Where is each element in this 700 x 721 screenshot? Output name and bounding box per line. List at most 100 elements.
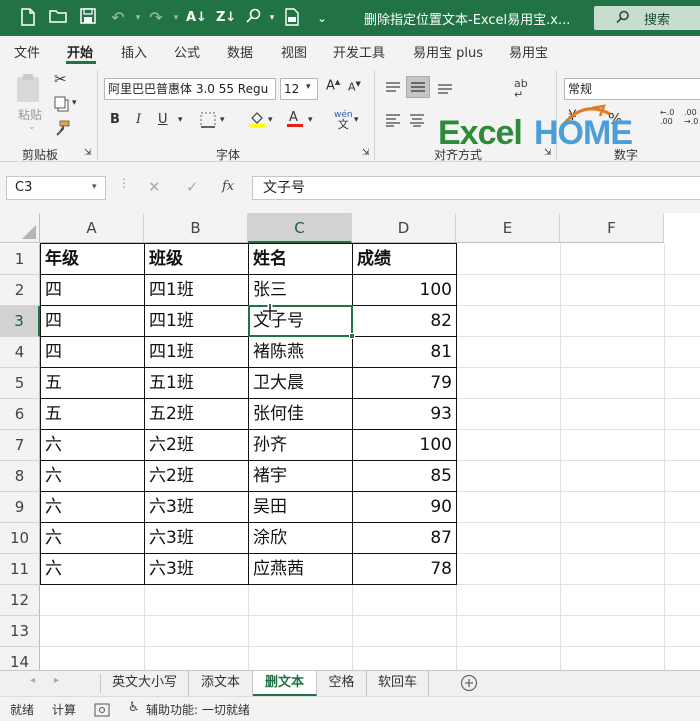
search-box[interactable]: 搜索 [594, 6, 700, 30]
table-cell[interactable]: 五1班 [145, 368, 248, 399]
borders-dropdown-icon[interactable]: ▾ [220, 115, 225, 125]
new-file-icon[interactable] [18, 8, 38, 31]
save-icon[interactable] [78, 8, 98, 29]
paste-icon[interactable] [14, 72, 44, 108]
formula-input[interactable]: 文子号 [252, 176, 700, 200]
cut-icon[interactable]: ✂ [54, 70, 67, 88]
select-all-button[interactable] [0, 213, 40, 243]
table-cell[interactable]: 六3班 [145, 492, 248, 523]
copy-icon[interactable] [54, 96, 70, 116]
italic-button[interactable]: I [136, 112, 141, 127]
row-header-12[interactable]: 12 [0, 585, 40, 616]
row-header-10[interactable]: 10 [0, 523, 40, 554]
tab-formulas[interactable]: 公式 [174, 42, 200, 61]
decrease-decimal-icon[interactable]: .00 →.0 [684, 108, 698, 126]
macro-record-icon[interactable] [94, 702, 110, 721]
row-header-6[interactable]: 6 [0, 399, 40, 430]
sort-ascending-icon[interactable]: A↓ [186, 8, 207, 28]
tab-developer[interactable]: 开发工具 [333, 42, 385, 61]
increase-font-icon[interactable]: A▲ [326, 78, 340, 93]
scroll-tabs-left-icon[interactable]: ◂ [30, 675, 35, 686]
tab-yiyongbao[interactable]: 易用宝 [509, 42, 548, 61]
align-top-icon[interactable] [384, 80, 402, 99]
cancel-entry-icon[interactable]: ✕ [148, 178, 161, 196]
table-cell[interactable]: 82 [353, 306, 456, 337]
undo-dropdown-icon[interactable]: ▾ [128, 8, 148, 28]
phonetic-icon[interactable]: wén 文 [334, 110, 353, 131]
column-header-c[interactable]: C [248, 213, 352, 243]
increase-decimal-icon[interactable]: ←.0.00 [660, 108, 674, 126]
find-dropdown-icon[interactable]: ▾ [262, 8, 282, 28]
customize-toolbar-icon[interactable]: ⌄ [312, 8, 332, 28]
table-cell[interactable]: 六2班 [145, 461, 248, 492]
table-cell[interactable]: 四1班 [145, 306, 248, 337]
table-cell[interactable]: 六 [41, 430, 144, 461]
print-preview-icon[interactable] [282, 8, 302, 31]
table-cell[interactable]: 五 [41, 368, 144, 399]
column-header-a[interactable]: A [40, 213, 144, 243]
table-cell[interactable]: 六3班 [145, 523, 248, 554]
status-calculate[interactable]: 计算 [52, 701, 76, 718]
table-cell[interactable]: 93 [353, 399, 456, 430]
table-cell[interactable]: 孙齐 [249, 430, 352, 461]
table-cell[interactable]: 79 [353, 368, 456, 399]
table-cell[interactable]: 应燕茜 [249, 554, 352, 585]
confirm-entry-icon[interactable]: ✓ [186, 178, 199, 196]
row-header-2[interactable]: 2 [0, 275, 40, 306]
column-header-d[interactable]: D [352, 213, 456, 243]
row-header-8[interactable]: 8 [0, 461, 40, 492]
header-cell[interactable]: 姓名 [249, 244, 352, 275]
header-cell[interactable]: 年级 [41, 244, 144, 275]
align-bottom-icon[interactable] [436, 80, 454, 99]
table-cell[interactable]: 褚陈燕 [249, 337, 352, 368]
row-header-11[interactable]: 11 [0, 554, 40, 585]
number-format-combo[interactable]: 常规 [564, 78, 700, 100]
row-header-3[interactable]: 3 [0, 306, 40, 337]
fill-handle[interactable] [349, 333, 355, 339]
table-cell[interactable]: 四 [41, 306, 144, 337]
paste-dropdown-icon[interactable]: ⌄ [28, 122, 36, 132]
worksheet-grid[interactable]: ABCDEF 1 2 3 4 5 6 7 8 9 10 11 12 13 14 年级 班级 姓名 成绩四四1班张… [0, 213, 700, 670]
sheet-tab[interactable]: 软回车 [367, 671, 429, 696]
clipboard-launcher-icon[interactable]: ⇲ [84, 148, 92, 158]
bold-button[interactable]: B [110, 112, 120, 127]
find-icon[interactable] [244, 8, 264, 29]
table-cell[interactable]: 100 [353, 430, 456, 461]
row-header-4[interactable]: 4 [0, 337, 40, 368]
table-cell[interactable]: 卫大晨 [249, 368, 352, 399]
tab-insert[interactable]: 插入 [121, 42, 147, 61]
underline-button[interactable]: U [158, 112, 168, 127]
phonetic-dropdown-icon[interactable]: ▾ [354, 115, 359, 125]
table-cell[interactable]: 81 [353, 337, 456, 368]
tab-view[interactable]: 视图 [281, 42, 307, 61]
table-cell[interactable]: 四1班 [145, 337, 248, 368]
table-cell[interactable]: 五2班 [145, 399, 248, 430]
table-cell[interactable]: 吴田 [249, 492, 352, 523]
redo-icon[interactable]: ↷ [146, 8, 166, 28]
header-cell[interactable]: 班级 [145, 244, 248, 275]
copy-dropdown-icon[interactable]: ▾ [72, 98, 77, 108]
table-cell[interactable]: 五 [41, 399, 144, 430]
name-box-dropdown-icon[interactable]: ▾ [92, 182, 97, 192]
font-color-icon[interactable]: A [286, 110, 304, 132]
font-color-dropdown-icon[interactable]: ▾ [308, 115, 313, 125]
borders-icon[interactable] [200, 112, 216, 132]
align-middle-icon[interactable] [406, 76, 430, 98]
decrease-font-icon[interactable]: A▼ [348, 80, 361, 94]
sheet-tab-active[interactable]: 删文本 [253, 671, 317, 696]
table-cell[interactable]: 六 [41, 523, 144, 554]
sheet-tab[interactable]: 英文大小写 [101, 671, 189, 696]
table-cell[interactable]: 四1班 [145, 275, 248, 306]
tab-data[interactable]: 数据 [227, 42, 253, 61]
row-header-7[interactable]: 7 [0, 430, 40, 461]
status-accessibility[interactable]: 辅助功能: 一切就绪 [146, 701, 250, 718]
table-cell[interactable]: 张何佳 [249, 399, 352, 430]
table-cell[interactable]: 87 [353, 523, 456, 554]
font-size-combo[interactable]: 12 [280, 78, 318, 100]
sort-descending-icon[interactable]: Z↓ [216, 8, 236, 28]
table-cell[interactable]: 四 [41, 275, 144, 306]
tab-file[interactable]: 文件 [14, 42, 40, 61]
wrap-text-icon[interactable]: ab ↵ [514, 78, 528, 100]
table-cell[interactable]: 张三 [249, 275, 352, 306]
redo-dropdown-icon[interactable]: ▾ [166, 8, 186, 28]
